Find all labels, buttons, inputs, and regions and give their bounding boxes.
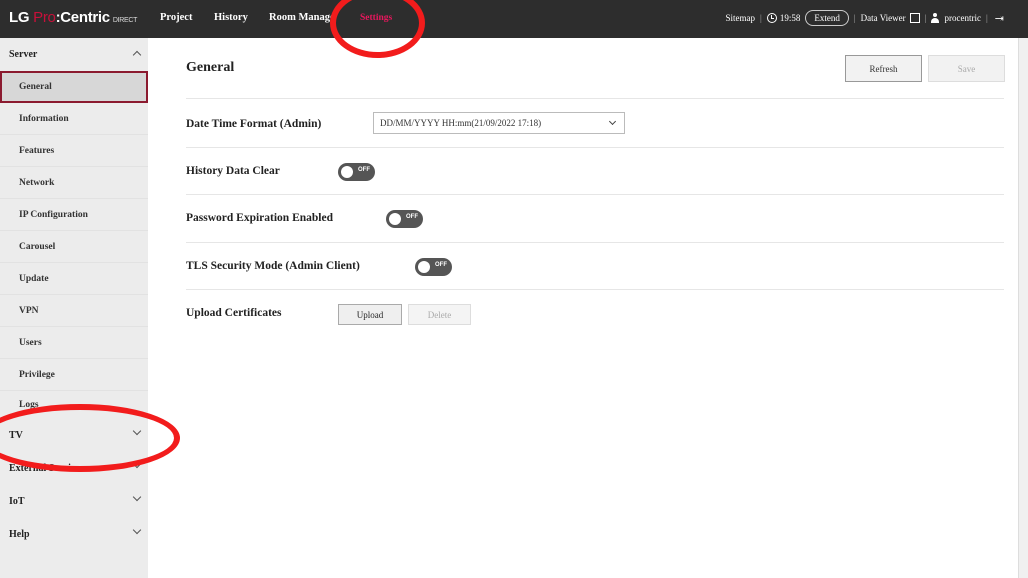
toggle-knob	[389, 213, 401, 225]
setting-row-datetime: Date Time Format (Admin) DD/MM/YYYY HH:m…	[186, 98, 1004, 146]
top-bar: LG Pro:Centric DIRECT Project History Roo…	[0, 0, 1028, 38]
datetime-format-select[interactable]: DD/MM/YYYY HH:mm(21/09/2022 17:18)	[373, 112, 625, 134]
delete-button[interactable]: Delete	[408, 304, 471, 325]
nav-settings[interactable]: Settings	[360, 13, 392, 23]
toggle-knob	[341, 166, 353, 178]
logo-centric: :Centric	[55, 9, 111, 26]
extend-session-button[interactable]: Extend	[805, 10, 849, 26]
upload-certificates-label: Upload Certificates	[186, 307, 282, 319]
clock-icon	[766, 13, 777, 23]
sidebar-item-information[interactable]: Information	[0, 103, 148, 135]
datetime-format-value: DD/MM/YYYY HH:mm(21/09/2022 17:18)	[380, 118, 542, 128]
sidebar-section-help[interactable]: Help	[0, 518, 148, 551]
sidebar-item-carousel[interactable]: Carousel	[0, 231, 148, 263]
sidebar-item-vpn[interactable]: VPN	[0, 295, 148, 327]
chevron-down-icon	[132, 525, 142, 535]
tls-security-label: TLS Security Mode (Admin Client)	[186, 260, 360, 272]
refresh-button[interactable]: Refresh	[845, 55, 922, 82]
sidebar-item-ip-configuration[interactable]: IP Configuration	[0, 199, 148, 231]
chevron-down-icon	[132, 459, 142, 469]
toggle-knob	[418, 261, 430, 273]
save-button[interactable]: Save	[928, 55, 1005, 82]
sidebar-item-logs[interactable]: Logs	[0, 391, 148, 419]
password-expiration-toggle[interactable]: OFF	[386, 210, 423, 228]
toggle-state-label: OFF	[406, 214, 418, 220]
sidebar-section-server[interactable]: Server	[0, 38, 148, 71]
nav-project[interactable]: Project	[160, 12, 192, 23]
sidebar-section-external-service[interactable]: External Service	[0, 452, 148, 485]
logo-direct: DIRECT	[112, 17, 138, 24]
sidebar-section-label: External Service	[9, 463, 80, 474]
logo-pro: Pro	[33, 9, 56, 26]
sidebar-item-users[interactable]: Users	[0, 327, 148, 359]
sidebar-item-network[interactable]: Network	[0, 167, 148, 199]
password-expiration-label: Password Expiration Enabled	[186, 212, 333, 224]
chevron-up-icon	[132, 50, 142, 60]
history-clear-toggle[interactable]: OFF	[338, 163, 375, 181]
chevron-down-icon	[132, 492, 142, 502]
toggle-state-label: OFF	[358, 167, 370, 173]
sidebar-item-general[interactable]: General	[0, 71, 148, 103]
lg-procentric-logo[interactable]: LG Pro:Centric DIRECT	[9, 9, 137, 26]
setting-row-tls: TLS Security Mode (Admin Client) OFF	[186, 242, 1004, 290]
nav-history[interactable]: History	[214, 12, 248, 23]
datetime-format-label: Date Time Format (Admin)	[186, 118, 322, 130]
setting-row-password: Password Expiration Enabled OFF	[186, 194, 1004, 242]
session-time: 19:58	[779, 13, 801, 23]
page-scrollbar[interactable]	[1018, 38, 1028, 578]
setting-row-certificates: Upload Certificates Upload Delete	[186, 289, 1004, 337]
sidebar-section-tv[interactable]: TV	[0, 419, 148, 452]
external-link-icon[interactable]	[909, 13, 920, 23]
sidebar-item-update[interactable]: Update	[0, 263, 148, 295]
upload-button[interactable]: Upload	[338, 304, 402, 325]
sidebar-section-iot[interactable]: IoT	[0, 485, 148, 518]
data-viewer-link[interactable]: Data Viewer	[861, 13, 906, 23]
nav-room-management[interactable]: Room Management	[269, 12, 335, 23]
tls-security-toggle[interactable]: OFF	[415, 258, 452, 276]
sidebar-section-label: IoT	[9, 496, 25, 507]
chevron-down-icon	[608, 117, 617, 126]
page-title: General	[186, 60, 235, 75]
username: procentric	[944, 13, 981, 23]
sidebar: Server General Information Features Netw…	[0, 38, 148, 578]
toggle-state-label: OFF	[435, 262, 447, 268]
history-clear-label: History Data Clear	[186, 165, 280, 177]
user-icon	[931, 13, 940, 23]
chevron-down-icon	[132, 426, 142, 436]
logout-icon[interactable]: ⇥	[995, 12, 1004, 25]
sitemap-link[interactable]: Sitemap	[726, 13, 756, 23]
sidebar-item-privilege[interactable]: Privilege	[0, 359, 148, 391]
sidebar-section-label: TV	[9, 430, 23, 441]
sidebar-section-label: Help	[9, 529, 30, 540]
header-utilities: Sitemap | 19:58 Extend | Data Viewer | p…	[726, 8, 1004, 28]
sidebar-section-label: Server	[9, 49, 38, 60]
sidebar-item-features[interactable]: Features	[0, 135, 148, 167]
main-content: General Refresh Save Date Time Format (A…	[148, 38, 1018, 578]
setting-row-history: History Data Clear OFF	[186, 147, 1004, 195]
logo-lg: LG	[9, 9, 30, 26]
